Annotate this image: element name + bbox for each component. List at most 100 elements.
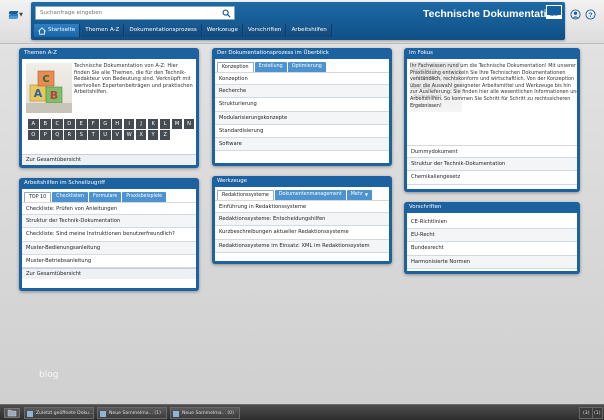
list-item[interactable]: Recherche	[215, 85, 389, 99]
taskbar-item-sammelmappe-1[interactable]: Neue Sammelma... (1)	[97, 407, 167, 419]
tab-konzeption[interactable]: Konzeption	[217, 62, 254, 72]
svg-text:B: B	[50, 89, 58, 102]
list-item[interactable]: Konzeption	[215, 72, 389, 86]
list-item[interactable]: Struktur der Technik-Dokumentation	[22, 215, 196, 229]
blog-label[interactable]: blog	[39, 370, 58, 380]
tab-redaktionssysteme[interactable]: Redaktionssysteme	[217, 190, 274, 200]
svg-text:A: A	[34, 87, 43, 100]
arbeitshilfen-gesamtuebersicht-link[interactable]: Zur Gesamtübersicht	[22, 267, 196, 279]
list-item[interactable]: Kurzbeschreibungen aktueller Redaktionss…	[215, 226, 389, 240]
az-letter-y[interactable]: Y	[147, 130, 159, 141]
list-item[interactable]: Dummydokument	[407, 145, 577, 159]
az-letter-f[interactable]: F	[87, 119, 99, 129]
list-item[interactable]: Modularisierungskonzepte	[215, 111, 389, 125]
tab-mehr-label: Mehr	[350, 192, 363, 197]
az-letter-grid: A B C D E F G H I J K L M N O P Q R S T …	[28, 119, 196, 141]
panel-vorschriften: Vorschriften CE-Richtlinien EU-Recht Bun…	[404, 202, 580, 274]
panel-werkzeuge: Werkzeuge Redaktionssysteme Dokumentenma…	[212, 176, 392, 264]
taskbar-item-sammelmappe-2[interactable]: Neue Sammelma... (0)	[170, 407, 240, 419]
az-letter-n[interactable]: N	[183, 119, 195, 129]
list-item[interactable]: Strukturierung	[215, 98, 389, 112]
taskbar-folder-button[interactable]	[4, 408, 20, 418]
az-letter-r[interactable]: R	[63, 130, 75, 141]
list-item[interactable]: Bundesrecht	[407, 242, 577, 256]
help-icon[interactable]: ?	[585, 9, 596, 20]
az-letter-h[interactable]: H	[111, 119, 123, 129]
az-letter-v[interactable]: V	[111, 130, 123, 141]
az-letter-m[interactable]: M	[171, 119, 183, 129]
az-letter-x[interactable]: X	[135, 130, 147, 141]
panel-title: Im Fokus	[409, 50, 433, 56]
az-letter-a[interactable]: A	[28, 119, 39, 129]
az-letter-j[interactable]: J	[135, 119, 147, 129]
list-item[interactable]: Checkliste: Sind meine Instruktionen ben…	[22, 228, 196, 242]
tab-praxisbeispiele[interactable]: Praxisbeispiele	[122, 192, 167, 202]
nav-startseite[interactable]: Startseite	[34, 24, 81, 37]
az-letter-k[interactable]: K	[147, 119, 159, 129]
chevron-down-icon: ▼	[19, 12, 23, 18]
az-letter-o[interactable]: O	[28, 130, 39, 141]
tab-optimierung[interactable]: Optimierung	[287, 62, 326, 72]
nav-werkzeuge[interactable]: Werkzeuge	[202, 24, 243, 37]
az-letter-i[interactable]: I	[123, 119, 135, 129]
list-item[interactable]: Software	[215, 137, 389, 152]
az-letter-d[interactable]: D	[63, 119, 75, 129]
taskbar-count-badge[interactable]: (1)	[592, 407, 603, 419]
svg-text:?: ?	[589, 12, 593, 19]
list-item[interactable]: Standardisierung	[215, 125, 389, 138]
logo-text: ABOVE	[550, 15, 558, 17]
az-letter-c[interactable]: C	[51, 119, 63, 129]
tab-formulare[interactable]: Formulare	[89, 192, 122, 202]
panel-body: TOP 10 Checklisten Formulare Praxisbeisp…	[22, 189, 196, 288]
folder-icon	[7, 409, 17, 417]
list-item[interactable]: Muster-Betriebsanleitung	[22, 255, 196, 268]
az-letter-l[interactable]: L	[159, 119, 171, 129]
tab-mehr[interactable]: Mehr ▼	[346, 190, 372, 200]
az-letter-g[interactable]: G	[99, 119, 111, 129]
list-item[interactable]: Harmonisierte Normen	[407, 255, 577, 269]
search-box	[35, 6, 235, 20]
az-letter-p[interactable]: P	[39, 130, 51, 141]
list-item[interactable]: Redaktionssysteme im Einsatz: XML im Red…	[215, 239, 389, 253]
nav-arbeitshilfen[interactable]: Arbeitshilfen	[287, 24, 332, 37]
list-item[interactable]: Muster-Bedienungsanleitung	[22, 241, 196, 255]
list-item[interactable]: CE-Richtlinien	[407, 216, 577, 230]
az-letter-w[interactable]: W	[123, 130, 135, 141]
search-input[interactable]	[36, 7, 216, 19]
list-item[interactable]: Chemikaliengesetz	[407, 171, 577, 185]
az-letter-z[interactable]: Z	[159, 130, 171, 141]
panel-arbeitshilfen: Arbeitshilfen im Schnellzugriff TOP 10 C…	[19, 178, 199, 291]
tab-erstellung[interactable]: Erstellung	[254, 62, 287, 72]
az-letter-t[interactable]: T	[87, 130, 99, 141]
user-icon[interactable]	[570, 9, 581, 20]
panel-title: Arbeitshilfen im Schnellzugriff	[24, 180, 105, 186]
search-icon[interactable]	[222, 9, 231, 18]
taskbar-item-label: Neue Sammelma... (0)	[182, 411, 234, 416]
nav-vorschriften[interactable]: Vorschriften	[243, 24, 287, 37]
az-letter-s[interactable]: S	[75, 130, 87, 141]
tab-dokumentenmanagement[interactable]: Dokumentenmanagement	[274, 190, 346, 200]
az-letter-u[interactable]: U	[99, 130, 111, 141]
list-item[interactable]: Redaktionssysteme: Entscheidungshilfen	[215, 213, 389, 227]
panel-im-fokus: Im Fokus Anleitung Normen Instruktion Si…	[404, 48, 580, 192]
panel-themen-az: Themen A-Z A B C Technische Dokumentatio…	[19, 48, 199, 168]
layers-menu-button[interactable]: ▼	[6, 8, 26, 22]
list-item[interactable]: Struktur der Technik-Dokumentation	[407, 158, 577, 172]
list-item[interactable]: Checkliste: Prüfen von Anleitungen	[22, 202, 196, 216]
tab-checklisten[interactable]: Checklisten	[52, 192, 89, 202]
document-icon	[27, 411, 33, 417]
panel-body: Redaktionssysteme Dokumentenmanagement M…	[215, 187, 389, 261]
nav-dokumentationsprozess[interactable]: Dokumentationsprozess	[125, 24, 202, 37]
list-item[interactable]: EU-Recht	[407, 229, 577, 243]
az-letter-q[interactable]: Q	[51, 130, 63, 141]
nav-themen-az[interactable]: Themen A-Z	[81, 24, 125, 37]
themen-gesamtuebersicht-link[interactable]: Zur Gesamtübersicht	[22, 154, 196, 165]
brand-logo: ABOVE	[546, 5, 562, 19]
brand-title: Technische Dokumentation	[423, 8, 560, 20]
taskbar-item-zuletzt[interactable]: Zuletzt geöffnete Doku...	[24, 407, 94, 419]
az-letter-e[interactable]: E	[75, 119, 87, 129]
panel-title: Vorschriften	[409, 204, 442, 210]
tab-top10[interactable]: TOP 10	[24, 192, 52, 202]
list-item[interactable]: Einführung in Redaktionssysteme	[215, 200, 389, 214]
az-letter-b[interactable]: B	[39, 119, 51, 129]
